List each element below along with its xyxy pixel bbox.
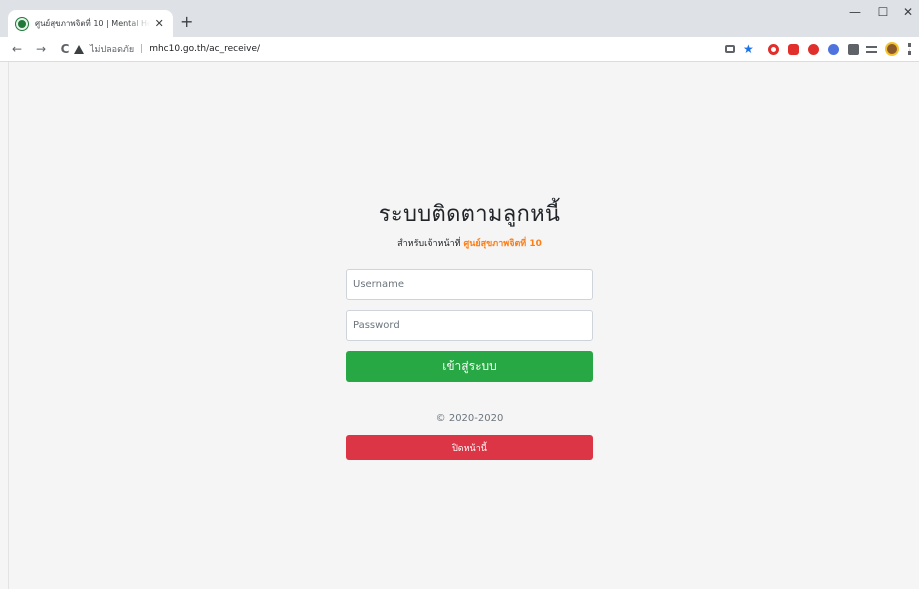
opera-icon[interactable]	[768, 44, 779, 55]
check-extension-icon[interactable]	[828, 44, 839, 55]
reload-button[interactable]: C	[56, 42, 74, 56]
maximize-button[interactable]: ☐	[870, 0, 896, 24]
menu-icon[interactable]	[908, 43, 911, 55]
profile-avatar[interactable]	[885, 42, 899, 56]
tab-active[interactable]: ศูนย์สุขภาพจิตที่ 10 | Mental Health ✕	[8, 10, 173, 37]
url-text[interactable]: mhc10.go.th/ac_receive/	[149, 44, 260, 54]
not-secure-warning-icon	[74, 44, 84, 54]
login-button[interactable]: เข้าสู่ระบบ	[346, 351, 593, 382]
reading-list-icon[interactable]	[866, 46, 877, 53]
screencast-icon[interactable]	[788, 44, 799, 55]
minimize-button[interactable]: —	[842, 0, 868, 24]
browser-toolbar: ← → C ไม่ปลอดภัย | mhc10.go.th/ac_receiv…	[0, 37, 919, 62]
close-page-button[interactable]: ปิดหน้านี้	[346, 435, 593, 460]
page-title: ระบบติดตามลูกหนี้	[378, 202, 561, 227]
tab-strip: ศูนย์สุขภาพจิตที่ 10 | Mental Health ✕ +…	[0, 0, 919, 37]
tab-title: ศูนย์สุขภาพจิตที่ 10 | Mental Health	[35, 19, 150, 28]
site-favicon-icon	[16, 17, 28, 30]
subtitle-org: ศูนย์สุขภาพจิตที่ 10	[463, 239, 542, 249]
page-viewport: ระบบติดตามลูกหนี้ สำหรับเจ้าหน้าที่ ศูนย…	[8, 62, 919, 589]
forward-button[interactable]: →	[32, 42, 50, 56]
window-close-button[interactable]: ✕	[895, 0, 919, 24]
login-form: ระบบติดตามลูกหนี้ สำหรับเจ้าหน้าที่ ศูนย…	[346, 200, 593, 460]
key-icon[interactable]	[725, 45, 735, 53]
copyright-text: © 2020-2020	[435, 413, 504, 424]
address-separator: |	[140, 44, 144, 54]
adblock-icon[interactable]	[808, 44, 819, 55]
new-tab-button[interactable]: +	[180, 14, 193, 30]
tab-close-icon[interactable]: ✕	[154, 17, 165, 30]
address-bar[interactable]: ไม่ปลอดภัย | mhc10.go.th/ac_receive/	[74, 39, 714, 59]
password-input[interactable]	[346, 310, 593, 341]
star-icon[interactable]: ★	[743, 42, 754, 56]
username-input[interactable]	[346, 269, 593, 300]
security-label[interactable]: ไม่ปลอดภัย	[90, 42, 134, 56]
login-subtitle: สำหรับเจ้าหน้าที่ ศูนย์สุขภาพจิตที่ 10	[346, 237, 593, 251]
back-button[interactable]: ←	[8, 42, 26, 56]
subtitle-prefix: สำหรับเจ้าหน้าที่	[397, 239, 461, 249]
puzzle-icon[interactable]	[848, 44, 859, 55]
browser-window: ศูนย์สุขภาพจิตที่ 10 | Mental Health ✕ +…	[0, 0, 919, 589]
